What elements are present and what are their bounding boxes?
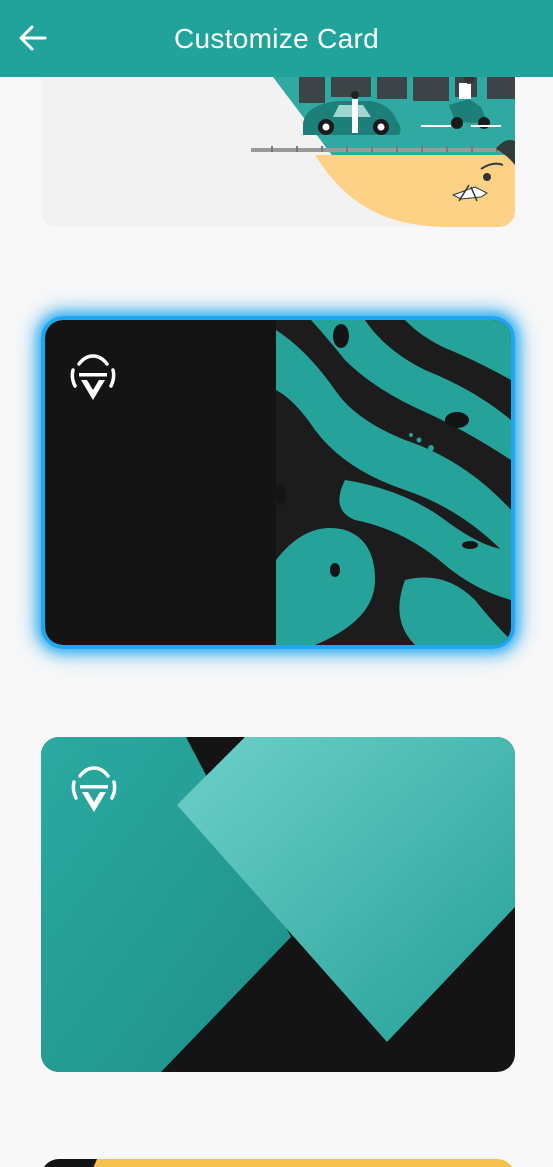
arrow-left-icon xyxy=(19,25,47,51)
gold-card-art xyxy=(41,1159,515,1167)
card-design-list[interactable] xyxy=(0,77,553,1167)
page-title: Customize Card xyxy=(174,22,379,54)
card-design-gold[interactable] xyxy=(41,1159,515,1167)
app-bar: Customize Card xyxy=(0,0,553,77)
city-beach-illustration xyxy=(41,77,515,227)
card-design-teal-swirl[interactable] xyxy=(41,316,515,649)
back-button[interactable] xyxy=(14,20,52,56)
teal-diamond-card-art xyxy=(41,737,515,1072)
card-design-city-beach[interactable] xyxy=(41,77,515,227)
teal-swirl-card-art xyxy=(45,320,511,645)
card-design-teal-diamond[interactable] xyxy=(41,737,515,1072)
